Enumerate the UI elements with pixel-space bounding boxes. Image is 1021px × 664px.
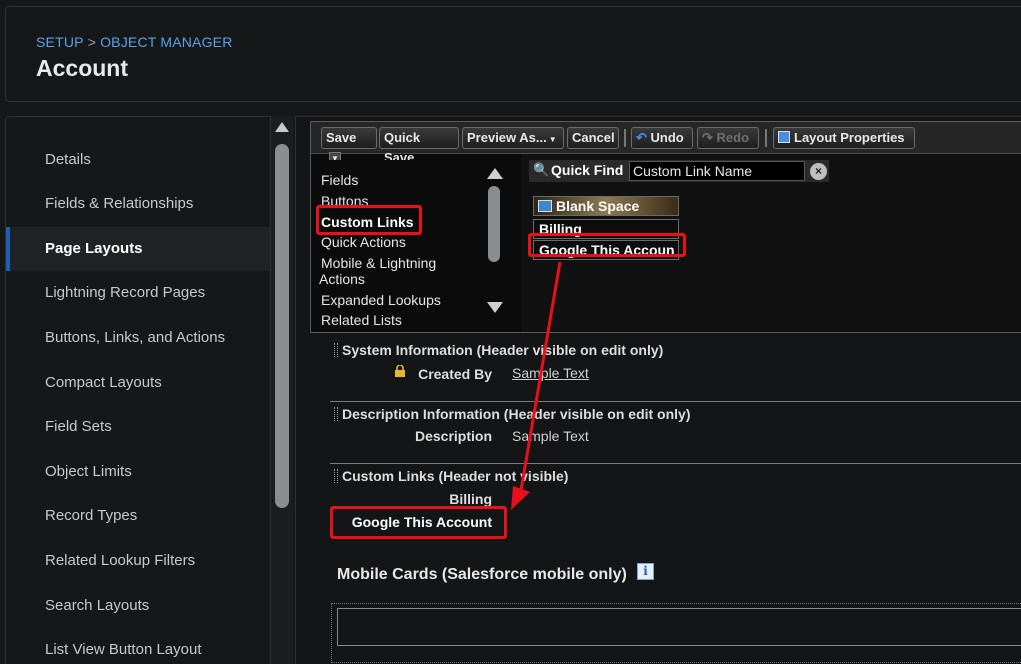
quick-find-bar: 🔍 Quick Find × [529, 160, 829, 182]
sidebar-item-field-sets[interactable]: Field Sets [6, 405, 270, 449]
sidebar-item-lightning-record-pages[interactable]: Lightning Record Pages [6, 271, 270, 315]
redo-label: Redo [716, 130, 750, 145]
category-fields[interactable]: Fields [321, 172, 358, 188]
sidebar-item-fields-relationships[interactable]: Fields & Relationships [6, 182, 270, 226]
drag-handle-icon[interactable] [334, 343, 338, 357]
toolbar-divider [765, 129, 767, 147]
category-scrollbar[interactable] [485, 162, 505, 322]
section-system-information: System Information (Header visible on ed… [330, 339, 1021, 399]
redo-button[interactable]: ↷ Redo [697, 127, 759, 149]
mobile-cards-container [337, 608, 1021, 646]
palette-category-list: Fields Buttons Custom Links Quick Action… [317, 160, 507, 330]
clear-icon[interactable]: × [810, 163, 827, 180]
field-value-description: Sample Text [512, 428, 589, 444]
layout-properties-icon [778, 131, 790, 143]
undo-icon: ↶ [636, 130, 647, 145]
custom-link-billing[interactable]: Billing [390, 491, 492, 507]
drag-handle-icon[interactable] [334, 407, 338, 421]
section-note: (Header visible on edit only) [476, 342, 664, 358]
category-quick-actions[interactable]: Quick Actions [321, 234, 406, 250]
field-label-created-by: Created By [418, 366, 492, 382]
category-mobile-lightning-line2[interactable]: Actions [319, 271, 365, 287]
breadcrumb: SETUP > OBJECT MANAGER [36, 34, 233, 50]
category-mobile-lightning[interactable]: Mobile & Lightning [321, 255, 436, 271]
layout-properties-button[interactable]: Layout Properties [773, 127, 915, 149]
blank-space-label: Blank Space [556, 198, 640, 214]
sidebar-item-record-types[interactable]: Record Types [6, 494, 270, 538]
blank-space-icon [538, 200, 552, 212]
sidebar-item-object-limits[interactable]: Object Limits [6, 450, 270, 494]
mobile-cards-dropzone[interactable] [331, 603, 1021, 663]
search-icon: 🔍 [533, 162, 550, 177]
category-expanded-lookups[interactable]: Expanded Lookups [321, 292, 441, 308]
setup-page: SETUP > OBJECT MANAGER Account Details Fie… [0, 0, 1021, 664]
sidebar-item-buttons-links-actions[interactable]: Buttons, Links, and Actions [6, 316, 270, 360]
redo-icon: ↷ [702, 130, 713, 145]
section-note: (Header visible on edit only) [503, 406, 691, 422]
breadcrumb-setup[interactable]: SETUP [36, 34, 84, 50]
save-label: Save [326, 130, 357, 145]
section-note: (Header not visible) [438, 468, 569, 484]
section-header[interactable]: System Information (Header visible on ed… [334, 342, 663, 358]
info-icon[interactable]: i [637, 563, 654, 580]
annotation-highlight-custom-links [316, 205, 422, 235]
sidebar-scrollbar[interactable] [271, 116, 293, 664]
preview-as-label: Preview As... [467, 130, 547, 145]
layout-editor: Save ▼ Quick Save Preview As... ▼ Cancel … [295, 116, 1021, 664]
sidebar-item-related-lookup-filters[interactable]: Related Lookup Filters [6, 539, 270, 583]
breadcrumb-separator: > [87, 34, 97, 50]
section-header[interactable]: Description Information (Header visible … [334, 406, 691, 422]
sidebar-item-details[interactable]: Details [6, 138, 270, 182]
scrollbar-thumb[interactable] [275, 144, 289, 508]
scroll-up-arrow-icon[interactable] [275, 122, 289, 132]
category-related-lists[interactable]: Related Lists [321, 312, 402, 328]
annotation-highlight-palette-item [528, 233, 686, 257]
toolbar-divider [624, 129, 626, 147]
layout-properties-label: Layout Properties [794, 130, 905, 145]
sidebar-item-compact-layouts[interactable]: Compact Layouts [6, 361, 270, 405]
sidebar-item-page-layouts[interactable]: Page Layouts [6, 227, 270, 271]
palette-item-blank-space[interactable]: Blank Space [533, 196, 679, 216]
scroll-down-arrow-icon[interactable] [487, 302, 503, 313]
save-button[interactable]: Save ▼ [321, 127, 377, 166]
cancel-button[interactable]: Cancel [567, 127, 619, 149]
quick-find-input[interactable] [629, 161, 805, 181]
quick-find-label: Quick Find [551, 162, 624, 178]
preview-as-button[interactable]: Preview As... ▼ [462, 127, 564, 149]
scroll-up-arrow-icon[interactable] [487, 168, 503, 179]
undo-label: Undo [650, 130, 684, 145]
page-header: SETUP > OBJECT MANAGER Account [5, 6, 1021, 102]
chevron-down-icon: ▼ [548, 135, 557, 144]
mobile-cards-title: Mobile Cards (Salesforce mobile only) [337, 566, 627, 583]
field-label-description: Description [414, 428, 492, 444]
drag-handle-icon[interactable] [334, 469, 338, 483]
quick-save-button[interactable]: Quick Save [379, 127, 459, 165]
sidebar-item-list-view-button-layout[interactable]: List View Button Layout [6, 628, 270, 664]
section-description-information: Description Information (Header visible … [330, 401, 1021, 463]
scrollbar-thumb[interactable] [488, 186, 500, 262]
page-title: Account [36, 55, 128, 81]
undo-button[interactable]: ↶ Undo [631, 127, 693, 149]
field-value-created-by[interactable]: Sample Text [512, 365, 589, 381]
breadcrumb-object-manager[interactable]: OBJECT MANAGER [100, 34, 232, 50]
editor-toolbar: Save ▼ Quick Save Preview As... ▼ Cancel … [311, 122, 1021, 166]
annotation-highlight-layout-link [330, 506, 507, 539]
sidebar-item-search-layouts[interactable]: Search Layouts [6, 584, 270, 628]
object-sidebar: Details Fields & Relationships Page Layo… [5, 116, 271, 664]
section-header[interactable]: Custom Links (Header not visible) [334, 468, 568, 484]
